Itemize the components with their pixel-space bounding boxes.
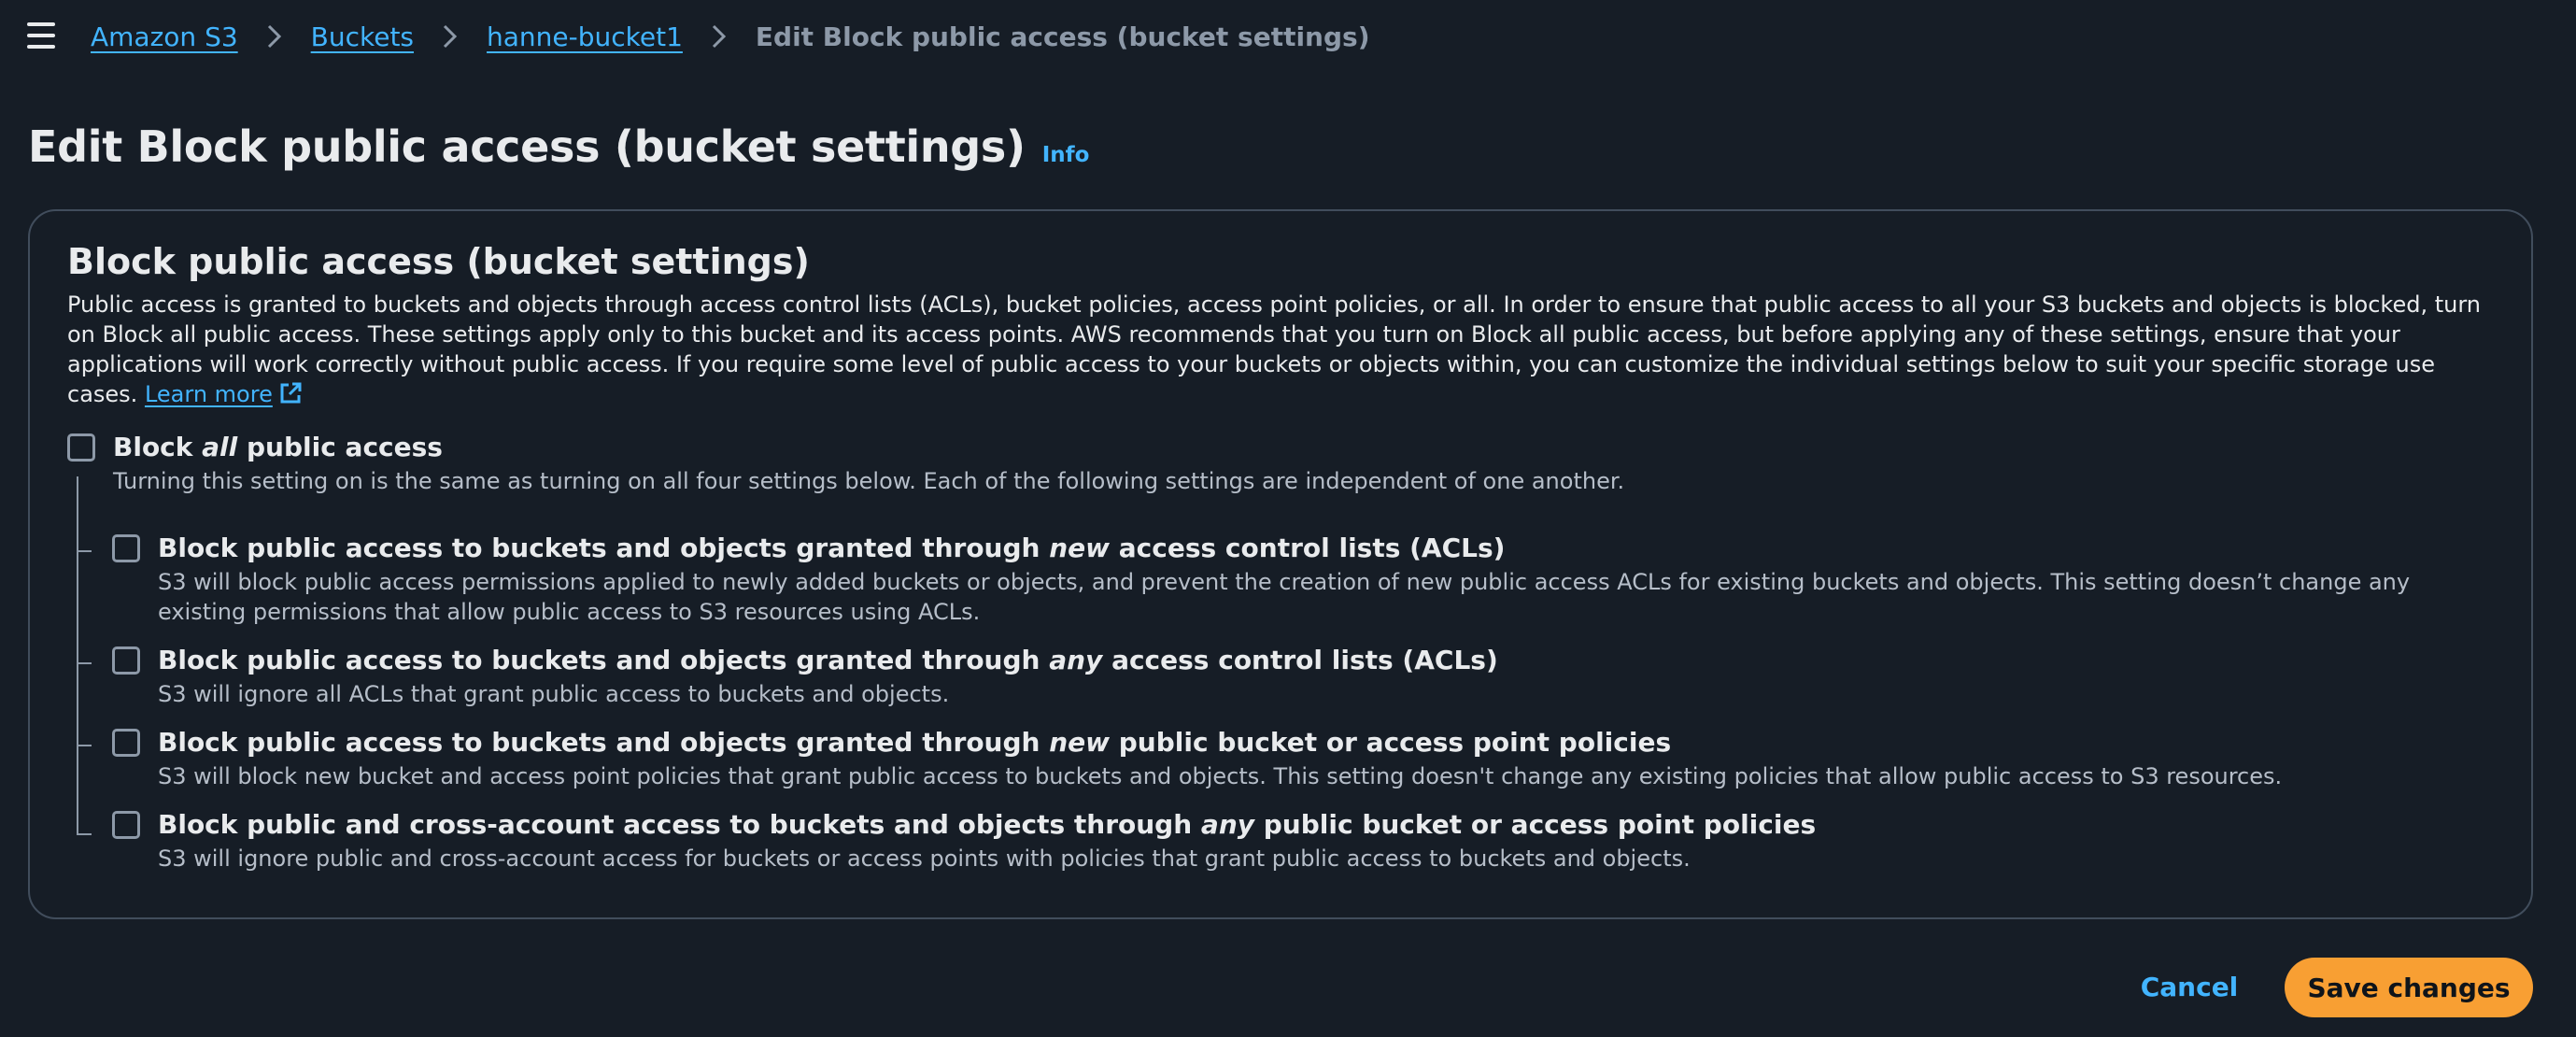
- block-public-access-panel: Block public access (bucket settings) Pu…: [28, 209, 2533, 919]
- cancel-button[interactable]: Cancel: [2139, 955, 2240, 1018]
- block-all-label-post: public access: [247, 432, 443, 462]
- chevron-right-icon: [705, 22, 733, 50]
- breadcrumb-buckets[interactable]: Buckets: [311, 21, 414, 52]
- tree-branch: [77, 550, 92, 552]
- breadcrumb-amazon-s3[interactable]: Amazon S3: [91, 21, 238, 52]
- option-label-em: new: [1049, 727, 1111, 758]
- block-all-label: Block all public access: [113, 432, 443, 462]
- option-label-post: public bucket or access point policies: [1263, 809, 1817, 840]
- option-label-pre: Block public access to buckets and objec…: [158, 645, 1040, 675]
- learn-more-label: Learn more: [144, 381, 273, 407]
- chevron-right-icon: [261, 22, 289, 50]
- option-label-post: access control lists (ACLs): [1118, 533, 1506, 563]
- info-link[interactable]: Info: [1042, 143, 1090, 167]
- block-any-acls-label: Block public access to buckets and objec…: [158, 645, 1498, 675]
- page-title: Edit Block public access (bucket setting…: [28, 121, 1026, 172]
- external-link-icon[interactable]: [278, 381, 303, 405]
- block-any-policies-checkbox[interactable]: [112, 811, 140, 839]
- option-label-em: new: [1049, 533, 1111, 563]
- block-all-checkbox[interactable]: [67, 433, 95, 462]
- block-any-policies-label: Block public and cross-account access to…: [158, 809, 1816, 840]
- option-label-em: any: [1049, 645, 1103, 675]
- breadcrumb-bucket-name[interactable]: hanne-bucket1: [487, 21, 683, 52]
- chevron-right-icon: [436, 22, 464, 50]
- page-header: Edit Block public access (bucket setting…: [28, 121, 1089, 183]
- tree-connector: [77, 476, 78, 835]
- block-new-policies-description: S3 will block new bucket and access poin…: [158, 763, 2283, 789]
- learn-more-link[interactable]: Learn more: [145, 381, 273, 407]
- option-label-pre: Block public access to buckets and objec…: [158, 727, 1040, 758]
- option-label-post: access control lists (ACLs): [1111, 645, 1498, 675]
- block-new-policies-label: Block public access to buckets and objec…: [158, 727, 1671, 758]
- option-label-pre: Block public access to buckets and objec…: [158, 533, 1040, 563]
- tree-branch: [77, 833, 92, 835]
- breadcrumb-current-page: Edit Block public access (bucket setting…: [755, 21, 1370, 52]
- panel-title: Block public access (bucket settings): [67, 241, 810, 282]
- block-any-acls-checkbox[interactable]: [112, 646, 140, 675]
- option-label-post: public bucket or access point policies: [1118, 727, 1672, 758]
- tree-branch: [77, 745, 92, 746]
- option-label-pre: Block public and cross-account access to…: [158, 809, 1193, 840]
- tree-branch: [77, 662, 92, 664]
- block-any-acls-description: S3 will ignore all ACLs that grant publi…: [158, 681, 950, 707]
- option-label-em: any: [1200, 809, 1255, 840]
- breadcrumb: Amazon S3 Buckets hanne-bucket1 Edit Blo…: [91, 16, 1370, 57]
- block-new-policies-checkbox[interactable]: [112, 729, 140, 757]
- block-new-acls-description: S3 will block public access permissions …: [158, 569, 2411, 625]
- top-navigation: Amazon S3 Buckets hanne-bucket1 Edit Blo…: [0, 0, 2576, 73]
- hamburger-menu-icon[interactable]: [27, 22, 55, 49]
- block-new-acls-label: Block public access to buckets and objec…: [158, 533, 1505, 563]
- block-all-description: Turning this setting on is the same as t…: [113, 468, 1625, 494]
- block-new-acls-checkbox[interactable]: [112, 534, 140, 562]
- block-all-label-em: all: [202, 432, 238, 462]
- panel-description: Public access is granted to buckets and …: [67, 290, 2505, 409]
- save-changes-button[interactable]: Save changes: [2285, 958, 2533, 1017]
- block-any-policies-description: S3 will ignore public and cross-account …: [158, 845, 1691, 872]
- block-all-label-pre: Block: [113, 432, 193, 462]
- panel-description-text: Public access is granted to buckets and …: [67, 291, 2481, 407]
